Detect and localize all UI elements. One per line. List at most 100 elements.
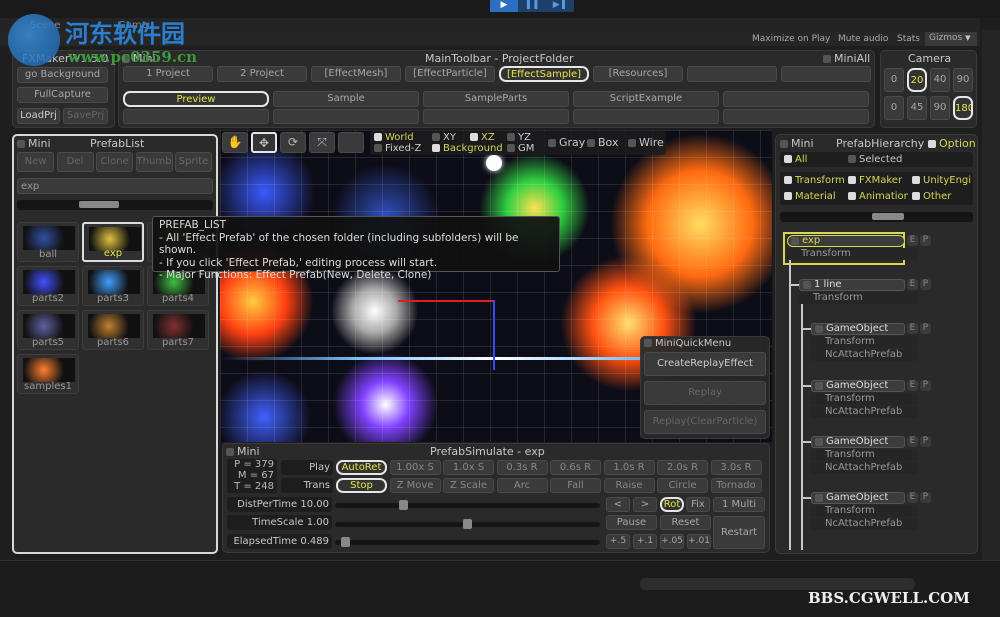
hierarchy-node-gameobject[interactable]: GameObject	[811, 436, 905, 448]
create-replay-effect-button[interactable]: CreateReplayEffect	[644, 352, 766, 376]
filter-toggle-transform[interactable]: Transform	[784, 175, 844, 186]
folder-button-blank[interactable]	[781, 66, 871, 82]
node-p-button[interactable]: P	[920, 323, 931, 334]
save-project-button[interactable]: SavePrj	[63, 108, 108, 124]
toggle-wire[interactable]: Wire	[628, 136, 664, 149]
next-button[interactable]: >	[633, 497, 657, 512]
folder-button-1-project[interactable]: 1 Project	[123, 66, 213, 82]
scrollbar-thumb[interactable]	[872, 213, 904, 220]
scale-tool-button[interactable]: ⤧	[309, 132, 335, 153]
node-toggle-icon[interactable]	[815, 382, 823, 390]
play-mode-button-1-0s-r[interactable]: 1.0s R	[603, 460, 655, 475]
rot-button[interactable]: Rot	[660, 497, 684, 512]
slider-knob[interactable]	[463, 519, 472, 529]
subfolder-button-empty[interactable]	[423, 109, 569, 124]
prefab-item-ball[interactable]: ball	[17, 222, 79, 262]
step-button[interactable]: ▶❚	[546, 0, 574, 12]
node-p-button[interactable]: P	[920, 380, 931, 391]
prefab-item-samples1[interactable]: samples1	[17, 354, 79, 394]
elapsed-step-button-5[interactable]: +.5	[606, 534, 630, 549]
node-e-button[interactable]: E	[907, 323, 918, 334]
play-mode-button-2-0s-r[interactable]: 2.0s R	[657, 460, 708, 475]
folder-button-effectsample[interactable]: [EffectSample]	[499, 66, 589, 82]
toggle-box[interactable]: Box	[587, 136, 618, 149]
folder-button-resources[interactable]: [Resources]	[593, 66, 683, 82]
slider-knob[interactable]	[341, 537, 351, 547]
go-background-button[interactable]: go Background	[17, 67, 108, 83]
hierarchy-node-exp[interactable]: exp	[787, 235, 905, 247]
camera-distance-button-0[interactable]: 0	[884, 68, 904, 92]
elapsed-step-button-1[interactable]: +.1	[633, 534, 657, 549]
component-transform[interactable]: Transform	[811, 336, 917, 348]
component-transform[interactable]: Transform	[799, 292, 917, 304]
hierarchy-node-gameobject[interactable]: GameObject	[811, 380, 905, 392]
node-toggle-icon[interactable]	[815, 438, 823, 446]
component-ncattachprefab[interactable]: NcAttachPrefab	[811, 462, 917, 474]
hierarchy-mini-toggle[interactable]: Mini	[780, 137, 814, 150]
component-transform[interactable]: Transform	[811, 505, 917, 517]
sprite-button[interactable]: Sprite	[175, 152, 212, 172]
play-mode-button-1-00x-s[interactable]: 1.00x S	[389, 460, 441, 475]
hierarchy-node-1-line[interactable]: 1 line	[799, 279, 905, 291]
dist-per-time-slider[interactable]	[335, 500, 600, 510]
play-mode-button-0-3s-r[interactable]: 0.3s R	[496, 460, 548, 475]
node-toggle-icon[interactable]	[815, 494, 823, 502]
node-e-button[interactable]: E	[907, 492, 918, 503]
del-button[interactable]: Del	[56, 152, 94, 172]
prefab-item-parts7[interactable]: parts7	[147, 310, 209, 350]
hierarchy-node-gameobject[interactable]: GameObject	[811, 323, 905, 335]
all-toggle[interactable]: All	[784, 154, 807, 165]
folder-button-2-project[interactable]: 2 Project	[217, 66, 307, 82]
toggle-xz[interactable]: XZ	[470, 132, 495, 143]
camera-angle-button-90[interactable]: 90	[930, 96, 950, 120]
trans-mode-button-arc[interactable]: Arc	[496, 478, 548, 493]
hierarchy-scrollbar[interactable]	[780, 212, 973, 222]
prefab-list-mini-toggle[interactable]: Mini	[17, 137, 51, 150]
right-scrollbar[interactable]	[982, 30, 1000, 560]
prefab-item-parts5[interactable]: parts5	[17, 310, 79, 350]
prefab-search-input[interactable]	[17, 178, 213, 194]
subfolder-button-sampleparts[interactable]: SampleParts	[423, 91, 569, 107]
option-toggle[interactable]: Option	[928, 137, 976, 150]
timescale-slider[interactable]	[335, 519, 600, 529]
node-e-button[interactable]: E	[907, 235, 918, 246]
restart-button[interactable]: Restart	[713, 516, 765, 549]
camera-distance-button-40[interactable]: 40	[930, 68, 950, 92]
1-multi-button[interactable]: 1 Multi	[713, 497, 765, 512]
subfolder-button-empty[interactable]	[123, 109, 269, 124]
replay-clear-particle-button[interactable]: Replay(ClearParticle)	[644, 410, 766, 434]
elapsed-step-button-05[interactable]: +.05	[660, 534, 684, 549]
load-project-button[interactable]: LoadPrj	[17, 108, 60, 124]
camera-angle-button-180[interactable]: 180	[953, 96, 973, 120]
new-button[interactable]: New	[17, 152, 54, 172]
replay-button[interactable]: Replay	[644, 381, 766, 405]
thumb-button[interactable]: Thumb	[135, 152, 173, 172]
play-mode-button-3-0s-r[interactable]: 3.0s R	[710, 460, 762, 475]
trans-mode-button-z-move[interactable]: Z Move	[389, 478, 441, 493]
filter-toggle-other[interactable]: Other	[912, 191, 972, 202]
node-e-button[interactable]: E	[907, 436, 918, 447]
component-ncattachprefab[interactable]: NcAttachPrefab	[811, 518, 917, 530]
filter-toggle-unityengi[interactable]: UnityEngi	[912, 175, 972, 186]
simulate-mini-toggle[interactable]: Mini	[226, 445, 260, 458]
toggle-gray[interactable]: Gray	[548, 136, 585, 149]
prefab-item-parts3[interactable]: parts3	[82, 266, 144, 306]
node-p-button[interactable]: P	[920, 492, 931, 503]
hand-tool-button[interactable]: ✋	[222, 132, 248, 153]
trans-mode-button-circle[interactable]: Circle	[657, 478, 708, 493]
play-mode-button-autoret[interactable]: AutoRet	[336, 460, 387, 475]
filter-toggle-fxmaker[interactable]: FXMaker	[848, 175, 908, 186]
subfolder-button-preview[interactable]: Preview	[123, 91, 269, 107]
gizmos-dropdown[interactable]: Gizmos ▼	[925, 32, 977, 46]
node-p-button[interactable]: P	[920, 279, 931, 290]
elapsed-time-slider[interactable]	[335, 537, 600, 547]
component-transform[interactable]: Transform	[787, 248, 917, 260]
toggle-gm[interactable]: GM	[507, 143, 534, 154]
prefab-item-exp[interactable]: exp	[82, 222, 144, 262]
folder-button-blank[interactable]	[687, 66, 777, 82]
filter-toggle-animation[interactable]: Animation	[848, 191, 908, 202]
hierarchy-node-gameobject[interactable]: GameObject	[811, 492, 905, 504]
toggle-background[interactable]: Background	[432, 143, 503, 154]
full-capture-button[interactable]: FullCapture	[17, 87, 108, 103]
stats-toggle[interactable]: Stats	[897, 34, 920, 44]
